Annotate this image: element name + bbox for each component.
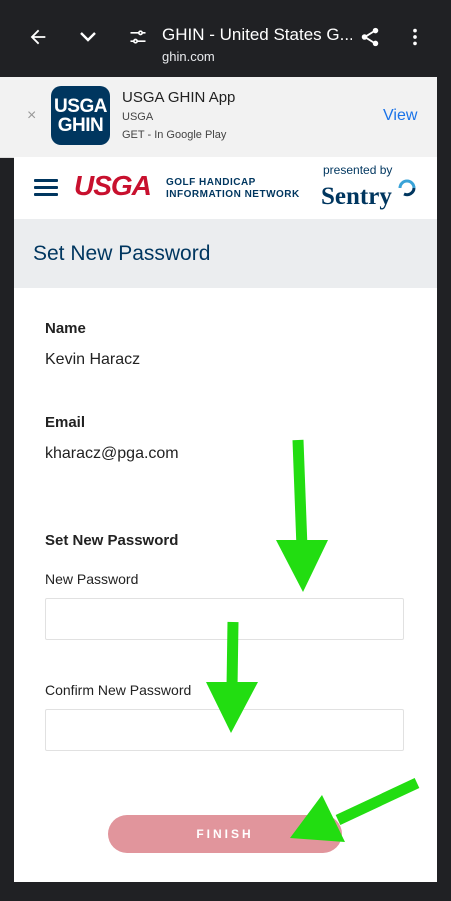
app-publisher: USGA (122, 111, 154, 123)
confirm-password-input[interactable] (45, 709, 404, 751)
set-password-section-label: Set New Password (45, 532, 179, 549)
email-label: Email (45, 414, 86, 431)
share-icon[interactable] (355, 22, 385, 52)
confirm-password-label: Confirm New Password (45, 682, 192, 698)
chevron-down-icon[interactable] (73, 22, 103, 52)
page-title-band: Set New Password (14, 219, 437, 288)
new-password-label: New Password (45, 571, 139, 587)
hamburger-menu-icon[interactable] (34, 179, 58, 196)
bottom-system-bar (0, 882, 451, 901)
close-icon[interactable]: × (27, 107, 36, 125)
app-install-banner: × USGA GHIN USGA GHIN App USGA GET - In … (0, 77, 437, 158)
more-vert-icon[interactable] (400, 22, 430, 52)
view-app-link[interactable]: View (383, 107, 417, 125)
app-icon-text-top: USGA (54, 95, 107, 117)
presented-by-text: presented by (323, 163, 393, 177)
page-title-text[interactable]: GHIN - United States G... (162, 25, 352, 45)
back-arrow-icon[interactable] (23, 22, 53, 52)
app-icon-text-bottom: GHIN (57, 114, 104, 136)
name-value: Kevin Haracz (45, 351, 141, 368)
ghin-app-icon[interactable]: USGA GHIN (51, 86, 110, 145)
app-name: USGA GHIN App (122, 89, 236, 106)
usga-logo[interactable]: USGA (74, 170, 152, 202)
finish-button[interactable]: FINISH (108, 815, 342, 853)
sentry-swirl-icon (398, 179, 416, 197)
network-name-line1: GOLF HANDICAP (166, 177, 256, 188)
network-name-line2: INFORMATION NETWORK (166, 189, 300, 200)
site-header: USGA GOLF HANDICAP INFORMATION NETWORK p… (14, 157, 437, 219)
browser-toolbar: GHIN - United States G... ghin.com (0, 0, 451, 77)
tune-icon[interactable] (123, 22, 153, 52)
name-label: Name (45, 320, 86, 337)
sentry-logo: Sentry (321, 183, 392, 210)
email-value: kharacz@pga.com (45, 445, 179, 462)
app-get-text: GET - In Google Play (122, 129, 227, 141)
set-password-form: Name Kevin Haracz Email kharacz@pga.com … (14, 288, 437, 882)
new-password-input[interactable] (45, 598, 404, 640)
url-text[interactable]: ghin.com (162, 49, 215, 64)
page-title: Set New Password (33, 242, 211, 265)
